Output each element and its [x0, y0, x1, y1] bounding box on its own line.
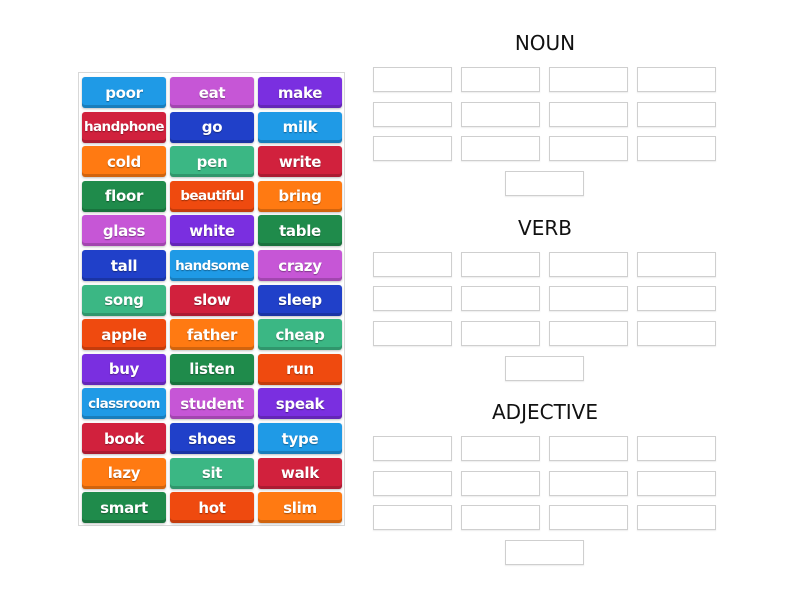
- word-tile-write[interactable]: write: [258, 146, 342, 178]
- word-tile-eat[interactable]: eat: [170, 77, 254, 108]
- noun-drop-slot[interactable]: [637, 67, 716, 92]
- word-tile-crazy[interactable]: crazy: [258, 250, 342, 281]
- adjective-drop-slot[interactable]: [637, 505, 716, 530]
- word-tile-listen[interactable]: listen: [170, 353, 254, 385]
- noun-drop-slot[interactable]: [461, 136, 540, 161]
- noun-drop-slot[interactable]: [637, 136, 716, 161]
- adjective-drop-slot[interactable]: [549, 505, 628, 530]
- word-tile-slow[interactable]: slow: [170, 284, 254, 316]
- adjective-drop-slot[interactable]: [461, 436, 540, 461]
- adjective-drop-slot[interactable]: [373, 436, 452, 461]
- verb-drop-slot[interactable]: [461, 251, 540, 277]
- noun-drop-slot[interactable]: [637, 101, 716, 127]
- verb-drop-slot[interactable]: [637, 320, 716, 346]
- word-tile-cheap[interactable]: cheap: [258, 319, 342, 351]
- verb-drop-slot[interactable]: [461, 286, 540, 311]
- noun-drop-slot[interactable]: [461, 101, 540, 127]
- noun-drop-slot[interactable]: [505, 171, 584, 196]
- word-tile-cold[interactable]: cold: [82, 146, 166, 178]
- word-tile-slim[interactable]: slim: [258, 492, 342, 524]
- adjective-drop-slot[interactable]: [461, 470, 540, 496]
- word-tile-make[interactable]: make: [258, 77, 342, 108]
- word-tile-lazy[interactable]: lazy: [82, 457, 166, 489]
- word-tile-handsome[interactable]: handsome: [170, 250, 254, 281]
- word-tile-pen[interactable]: pen: [170, 146, 254, 178]
- word-tile-classroom[interactable]: classroom: [82, 388, 166, 420]
- word-tile-smart[interactable]: smart: [82, 492, 166, 524]
- noun-drop-slot[interactable]: [549, 101, 628, 127]
- word-tile-beautiful[interactable]: beautiful: [170, 180, 254, 212]
- adjective-drop-slot[interactable]: [637, 470, 716, 496]
- word-tile-poor[interactable]: poor: [82, 77, 166, 108]
- verb-drop-slot[interactable]: [373, 251, 452, 277]
- verb-drop-slot[interactable]: [505, 355, 584, 381]
- verb-drop-slot[interactable]: [461, 320, 540, 346]
- word-tile-white[interactable]: white: [170, 215, 254, 247]
- word-tile-bring[interactable]: bring: [258, 180, 342, 212]
- group-title-verb: VERB: [518, 215, 572, 240]
- noun-drop-slot[interactable]: [549, 67, 628, 92]
- adjective-drop-slot[interactable]: [373, 505, 452, 530]
- word-tile-go[interactable]: go: [170, 111, 254, 143]
- word-tile-student[interactable]: student: [170, 388, 254, 420]
- adjective-drop-slot[interactable]: [549, 470, 628, 496]
- noun-drop-slot[interactable]: [373, 136, 452, 161]
- verb-drop-slot[interactable]: [549, 286, 628, 311]
- noun-drop-slot[interactable]: [373, 101, 452, 127]
- noun-drop-slot[interactable]: [461, 67, 540, 92]
- adjective-drop-slot[interactable]: [461, 505, 540, 530]
- word-tile-floor[interactable]: floor: [82, 180, 166, 212]
- word-tile-speak[interactable]: speak: [258, 388, 342, 420]
- word-tile-type[interactable]: type: [258, 423, 342, 454]
- noun-drop-slot[interactable]: [549, 136, 628, 161]
- word-tile-father[interactable]: father: [170, 319, 254, 351]
- word-tile-hot[interactable]: hot: [170, 492, 254, 524]
- verb-drop-slot[interactable]: [549, 251, 628, 277]
- verb-drop-slot[interactable]: [373, 286, 452, 311]
- word-tile-milk[interactable]: milk: [258, 111, 342, 143]
- word-tile-table[interactable]: table: [258, 215, 342, 247]
- word-tile-buy[interactable]: buy: [82, 353, 166, 385]
- verb-drop-slot[interactable]: [549, 320, 628, 346]
- word-tile-walk[interactable]: walk: [258, 457, 342, 489]
- word-tile-handphone[interactable]: handphone: [82, 111, 166, 143]
- adjective-drop-slot[interactable]: [637, 436, 716, 461]
- word-tile-sit[interactable]: sit: [170, 457, 254, 489]
- verb-drop-slot[interactable]: [637, 286, 716, 311]
- group-title-noun: NOUN: [514, 31, 576, 55]
- word-tile-shoes[interactable]: shoes: [170, 423, 254, 454]
- word-tile-song[interactable]: song: [82, 284, 166, 316]
- adjective-drop-slot[interactable]: [505, 540, 584, 565]
- adjective-drop-slot[interactable]: [373, 470, 452, 496]
- word-tile-book[interactable]: book: [82, 423, 166, 454]
- word-tile-glass[interactable]: glass: [82, 215, 166, 247]
- verb-drop-slot[interactable]: [637, 251, 716, 277]
- verb-drop-slot[interactable]: [373, 320, 452, 346]
- word-tile-run[interactable]: run: [258, 353, 342, 385]
- group-title-adjective: ADJECTIVE: [491, 400, 598, 424]
- word-tile-sleep[interactable]: sleep: [258, 284, 342, 316]
- word-tile-tall[interactable]: tall: [82, 250, 166, 281]
- adjective-drop-slot[interactable]: [549, 436, 628, 461]
- word-tile-apple[interactable]: apple: [82, 319, 166, 351]
- noun-drop-slot[interactable]: [373, 67, 452, 92]
